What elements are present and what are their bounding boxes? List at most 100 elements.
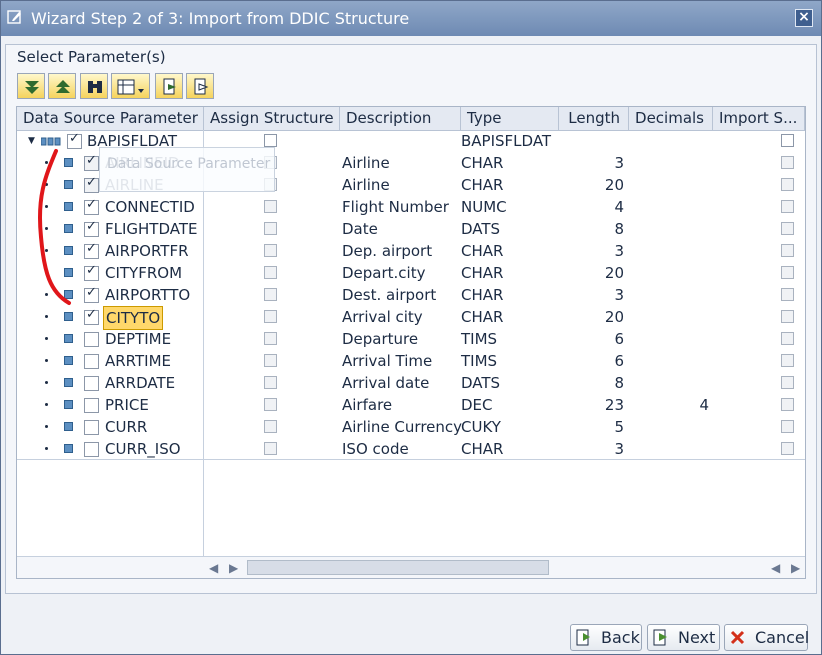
type-cell: CHAR (461, 440, 504, 458)
param-checkbox[interactable] (84, 442, 99, 457)
assign-structure-checkbox[interactable] (264, 398, 277, 411)
import-structure-checkbox[interactable] (781, 244, 794, 257)
table-row[interactable]: ARRDATE Arrival date DATS 8 (17, 372, 805, 394)
import-structure-checkbox[interactable] (781, 178, 794, 191)
assign-structure-checkbox[interactable] (264, 376, 277, 389)
header-decimals[interactable]: Decimals (629, 107, 713, 130)
field-icon (64, 290, 73, 299)
param-checkbox[interactable] (84, 398, 99, 413)
table-row[interactable]: PRICE Airfare DEC 23 4 (17, 394, 805, 416)
description-cell: Arrival Time (342, 352, 433, 370)
table-row[interactable]: CURR_ISO ISO code CHAR 3 (17, 438, 805, 460)
field-icon (64, 268, 73, 277)
import-structure-checkbox[interactable] (781, 200, 794, 213)
scroll-right-icon-right[interactable]: ▶ (791, 561, 800, 575)
assign-structure-checkbox[interactable] (264, 266, 277, 279)
param-checkbox[interactable]: ✓ (84, 197, 99, 215)
scrollbar-thumb[interactable] (247, 560, 549, 575)
assign-structure-checkbox[interactable] (264, 442, 277, 455)
import-structure-checkbox[interactable] (781, 310, 794, 323)
import-structure-checkbox[interactable] (781, 332, 794, 345)
description-cell: Airline (342, 154, 390, 172)
param-checkbox[interactable] (84, 354, 99, 369)
collapse-all-button[interactable] (48, 73, 76, 99)
root-import-checkbox[interactable] (781, 134, 794, 147)
field-icon (64, 158, 73, 167)
type-cell: CHAR (461, 286, 504, 304)
description-cell: Flight Number (342, 198, 449, 216)
param-checkbox[interactable]: ✓ (84, 263, 99, 281)
import-structure-checkbox[interactable] (781, 156, 794, 169)
param-checkbox[interactable]: ✓ (84, 285, 99, 303)
param-checkbox[interactable]: ✓ (84, 307, 99, 325)
back-button[interactable]: Back (570, 624, 642, 651)
param-checkbox[interactable]: ✓ (84, 153, 99, 171)
param-label: AIRPORTFR (105, 242, 189, 260)
import-structure-checkbox[interactable] (781, 354, 794, 367)
param-label: CITYTO (103, 306, 164, 330)
expand-arrow-icon[interactable]: ▼ (28, 130, 35, 152)
length-cell: 5 (614, 418, 624, 436)
find-button[interactable] (80, 73, 108, 99)
import-structure-checkbox[interactable] (781, 266, 794, 279)
scroll-left-icon-right[interactable]: ◀ (771, 561, 780, 575)
import-structure-checkbox[interactable] (781, 442, 794, 455)
import-structure-checkbox[interactable] (781, 222, 794, 235)
table-row[interactable]: ✓ CONNECTID Flight Number NUMC 4 (17, 196, 805, 218)
param-checkbox[interactable] (84, 420, 99, 435)
rows-bottom-line (17, 459, 805, 460)
assign-structure-checkbox[interactable] (264, 420, 277, 433)
table-row[interactable]: ✓ AIRPORTTO Dest. airport CHAR 3 (17, 284, 805, 306)
field-icon (64, 246, 73, 255)
header-length[interactable]: Length (559, 107, 629, 130)
assign-structure-checkbox[interactable] (264, 354, 277, 367)
param-checkbox[interactable]: ✓ (84, 219, 99, 237)
param-checkbox[interactable] (84, 332, 99, 347)
assign-structure-checkbox[interactable] (264, 310, 277, 323)
header-data-source-parameter[interactable]: Data Source Parameter (17, 107, 204, 130)
table-row[interactable]: ✓ FLIGHTDATE Date DATS 8 (17, 218, 805, 240)
param-checkbox[interactable] (84, 376, 99, 391)
assign-structure-checkbox[interactable] (264, 222, 277, 235)
type-cell: CHAR (461, 308, 504, 326)
scroll-left-icon[interactable]: ◀ (209, 561, 218, 575)
cancel-button[interactable]: Cancel (724, 624, 809, 651)
assign-structure-checkbox[interactable] (264, 200, 277, 213)
horizontal-scrollbar[interactable]: ◀ ▶ ◀ ▶ (17, 556, 805, 578)
checkmark-icon: ✓ (86, 241, 97, 256)
table-row[interactable]: ✓ CITYTO Arrival city CHAR 20 (17, 306, 805, 330)
table-row[interactable]: ARRTIME Arrival Time TIMS 6 (17, 350, 805, 372)
import-structure-checkbox[interactable] (781, 398, 794, 411)
decimals-cell (629, 328, 709, 350)
header-description[interactable]: Description (340, 107, 461, 130)
decimals-cell (629, 416, 709, 438)
import-structure-checkbox[interactable] (781, 288, 794, 301)
scroll-right-icon[interactable]: ▶ (229, 561, 238, 575)
table-row[interactable]: DEPTIME Departure TIMS 6 (17, 328, 805, 350)
layout-button[interactable] (111, 73, 150, 99)
next-button[interactable]: Next (647, 624, 720, 651)
tree-dot-icon (45, 403, 48, 406)
table-row[interactable]: CURR Airline Currency CUKY 5 (17, 416, 805, 438)
header-type[interactable]: Type (461, 107, 559, 130)
select-all-button[interactable] (155, 73, 183, 99)
header-assign-structure[interactable]: Assign Structure (204, 107, 340, 130)
assign-structure-checkbox[interactable] (264, 288, 277, 301)
header-import-structure[interactable]: Import S... (713, 107, 805, 130)
table-row[interactable]: ✓ CITYFROM Depart.city CHAR 20 (17, 262, 805, 284)
assign-structure-checkbox[interactable] (264, 332, 277, 345)
table-row[interactable]: ✓ AIRPORTFR Dep. airport CHAR 3 (17, 240, 805, 262)
expand-all-button[interactable] (17, 73, 45, 99)
root-checkbox[interactable]: ✓ (67, 131, 82, 149)
close-button[interactable]: × (795, 9, 813, 27)
param-checkbox[interactable]: ✓ (84, 175, 99, 193)
import-structure-checkbox[interactable] (781, 376, 794, 389)
deselect-all-button[interactable] (186, 73, 214, 99)
assign-structure-checkbox[interactable] (264, 244, 277, 257)
edit-window-icon (7, 10, 21, 24)
import-structure-checkbox[interactable] (781, 420, 794, 433)
param-checkbox[interactable]: ✓ (84, 241, 99, 259)
root-assign-checkbox[interactable] (264, 134, 277, 147)
param-label: AIRPORTTO (105, 286, 191, 304)
decimals-cell (629, 174, 709, 196)
